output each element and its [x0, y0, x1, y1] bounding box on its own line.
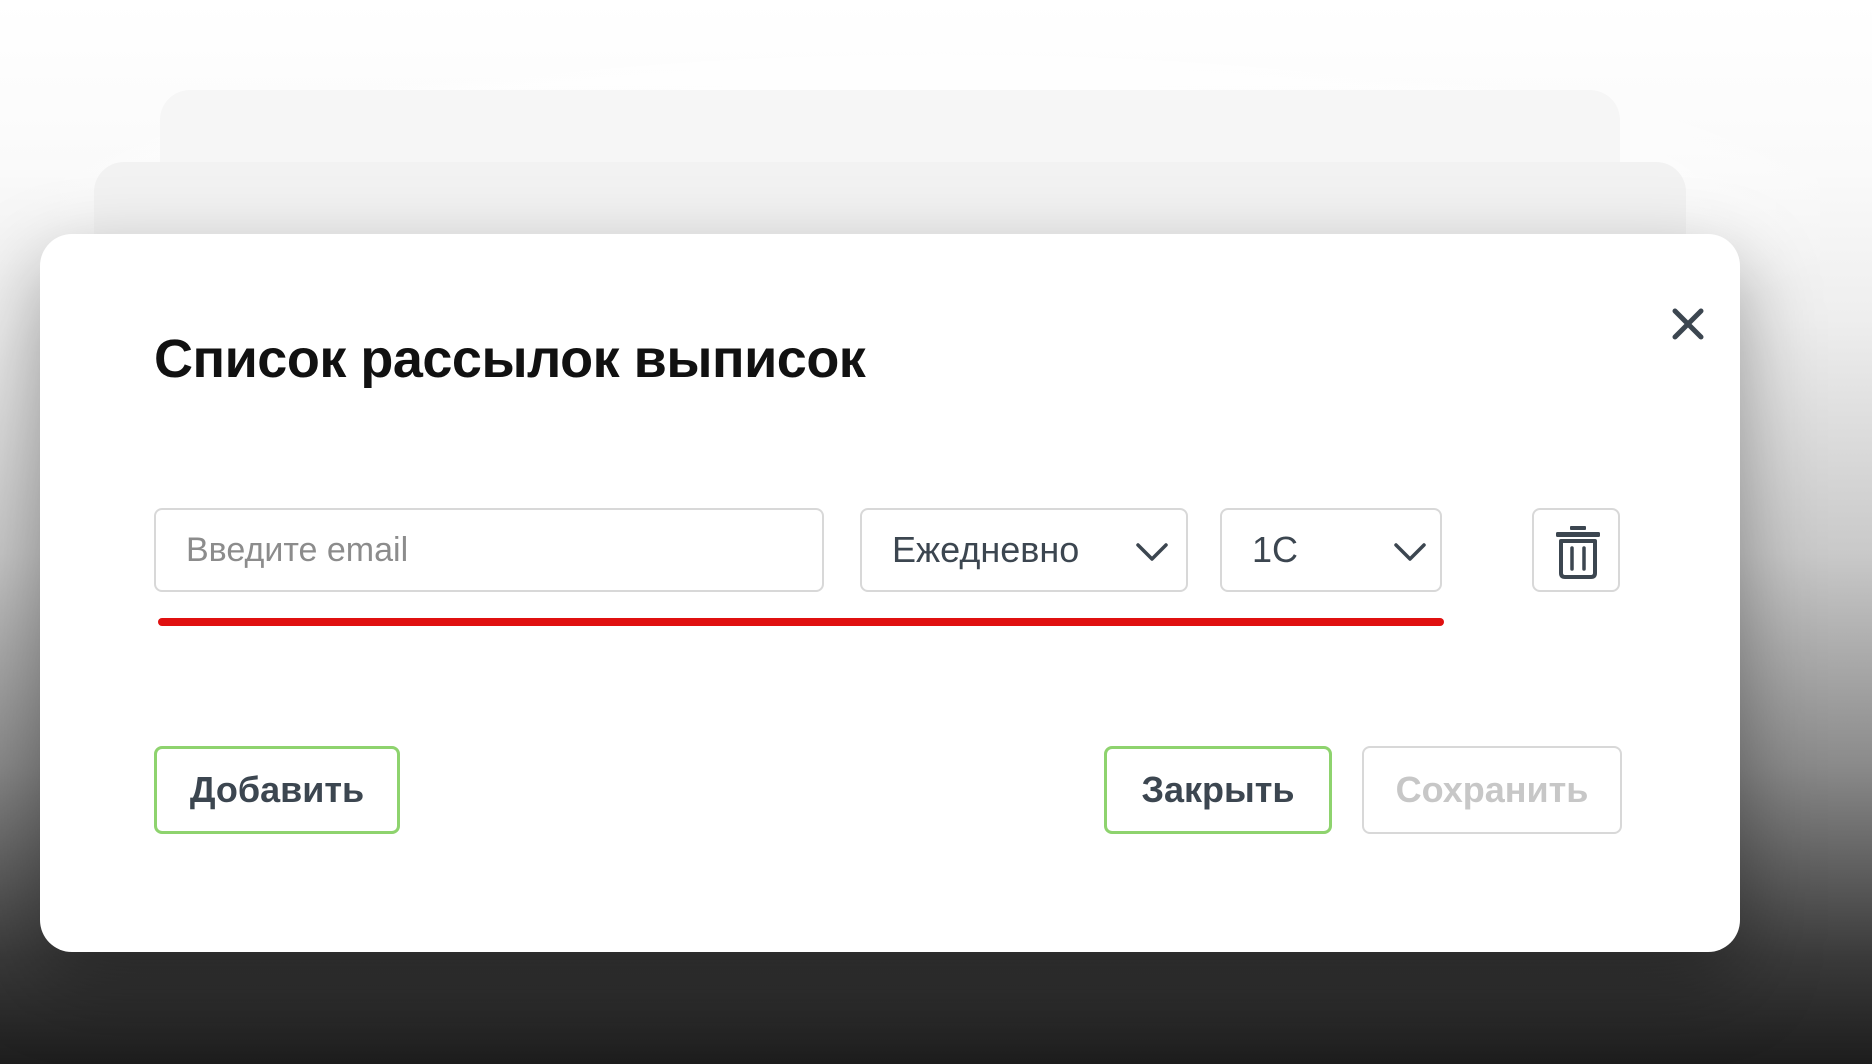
frequency-select-value: Ежедневно	[892, 529, 1080, 570]
dialog-title: Список рассылок выписок	[154, 329, 866, 389]
chevron-down-icon	[1132, 532, 1172, 572]
close-button[interactable]: Закрыть	[1104, 746, 1332, 834]
frequency-select[interactable]: Ежедневно	[860, 508, 1188, 592]
add-button[interactable]: Добавить	[154, 746, 400, 834]
email-input[interactable]	[154, 508, 824, 592]
annotation-underline	[158, 618, 1444, 626]
save-button[interactable]: Сохранить	[1362, 746, 1622, 834]
format-select[interactable]: 1С	[1220, 508, 1442, 592]
trash-icon	[1556, 526, 1600, 579]
close-dialog-button[interactable]	[1658, 294, 1718, 354]
mailing-list-dialog: Список рассылок выписок Ежедневно 1С Доб…	[40, 234, 1740, 952]
close-icon	[1672, 308, 1704, 340]
format-select-value: 1С	[1252, 529, 1299, 570]
delete-row-button[interactable]	[1532, 508, 1620, 592]
chevron-down-icon	[1390, 532, 1430, 572]
